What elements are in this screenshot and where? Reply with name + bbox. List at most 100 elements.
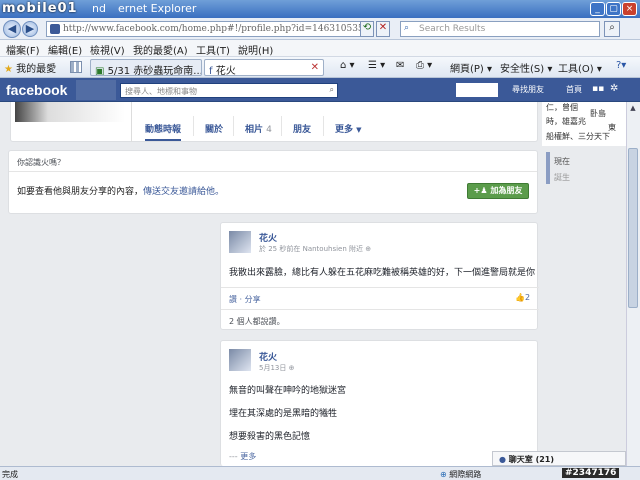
title-bar: mobile01 nd ernet Explorer _ ▢ ×	[0, 0, 640, 18]
right-snippet-1: 仁，曾個	[546, 103, 578, 112]
post-line-2: 埋在其深處的是黑暗的犧牲	[229, 409, 338, 419]
tab-photos[interactable]: 相片 4	[245, 122, 272, 135]
menu-tools[interactable]: 工具(T)	[196, 42, 230, 57]
tab-1[interactable]: ▣ 5/31 赤砂蟲玩命南...	[90, 59, 202, 76]
minimize-button[interactable]: _	[590, 2, 605, 16]
search-placeholder: Search Results	[419, 24, 486, 34]
timeline-nav-now[interactable]: 現在	[554, 156, 570, 167]
tab-timeline[interactable]: 動態時報	[145, 122, 182, 141]
post-author[interactable]: 花火	[259, 231, 277, 244]
address-url: http://www.facebook.com/home.php#!/profi…	[63, 24, 364, 34]
page-icon: ▣	[95, 66, 105, 76]
right-snippet-2: 卧島	[590, 109, 606, 118]
status-bar: 完成 ⊕ 網際網路 #2347176	[0, 466, 640, 480]
page-menu[interactable]: 網頁(P) ▾	[450, 60, 492, 75]
menu-favorites[interactable]: 我的最愛(A)	[133, 42, 188, 57]
add-friend-icon: +♟	[473, 186, 488, 195]
friend-body: 如要查看他與朋友分享的內容，傳送交友邀請給他。	[17, 187, 225, 197]
post-author[interactable]: 花火	[259, 350, 277, 363]
favorites-bar: ★ 我的最愛 ▣ 5/31 赤砂蟲玩命南... f 花火 ✕ ⌂ ▾ ☰ ▾ ✉…	[0, 57, 640, 78]
address-toolbar: ◀ ▶ http://www.facebook.com/home.php#!/p…	[0, 18, 640, 40]
safety-menu[interactable]: 安全性(S) ▾	[500, 60, 552, 75]
forward-button[interactable]: ▶	[22, 21, 38, 37]
thumbs-up-icon: 👍	[515, 293, 525, 302]
facebook-header: facebook 搜尋人、地標和事物 ⌕ 尋找朋友 首頁 ▪▪ ✲	[0, 78, 640, 102]
post-card: 花火 於 25 秒前在 Nantouhsien 附近 ⊕ 我散出來露臉，總比有人…	[220, 222, 539, 330]
close-tab-icon[interactable]: ✕	[311, 62, 319, 73]
send-request-link[interactable]: 傳送交友邀請給他。	[143, 187, 224, 197]
like-share-actions[interactable]: 讚 · 分享	[229, 294, 261, 305]
security-zone[interactable]: ⊕ 網際網路	[440, 469, 481, 480]
right-snippet-5: 船權鮮、三分天下	[546, 132, 610, 141]
help-icon[interactable]: ?▾	[616, 60, 626, 71]
post-line-1: 無音的叫聲在呻吟的地獄迷宮	[229, 386, 347, 396]
tab-friends[interactable]: 朋友	[293, 122, 311, 135]
avatar[interactable]	[229, 231, 251, 253]
search-input[interactable]: ⌕ Search Results	[400, 21, 600, 37]
back-button[interactable]: ◀	[3, 20, 21, 38]
settings-gear-icon[interactable]: ✲	[610, 83, 618, 94]
post-meta: 於 25 秒前在 Nantouhsien 附近 ⊕	[259, 245, 372, 253]
right-snippet-3: 時，雄嘉兆	[546, 117, 586, 126]
right-panel: 仁，曾個 卧島 時，雄嘉兆 東 船權鮮、三分天下	[542, 102, 626, 146]
see-more-link[interactable]: --- 更多	[229, 451, 256, 462]
like-count[interactable]: 👍2	[515, 293, 530, 302]
home-link[interactable]: 首頁	[566, 84, 582, 95]
address-input[interactable]: http://www.facebook.com/home.php#!/profi…	[46, 21, 364, 37]
add-friend-button[interactable]: +♟ 加為朋友	[467, 183, 529, 199]
friend-request-box: 你認識火嗎？ 如要查看他與朋友分享的內容，傳送交友邀請給他。 +♟ 加為朋友	[8, 150, 538, 214]
tab-more[interactable]: 更多 ▼	[335, 122, 362, 135]
globe-icon: ⊕	[288, 364, 295, 372]
menu-file[interactable]: 檔案(F)	[6, 42, 40, 57]
globe-icon: ⊕	[440, 470, 447, 479]
post-meta: 5月13日 ⊕	[259, 364, 295, 372]
facebook-search-input[interactable]: 搜尋人、地標和事物 ⌕	[120, 83, 338, 98]
mail-icon[interactable]: ✉	[396, 60, 404, 71]
watermark-logo: mobile01	[2, 1, 78, 16]
menu-view[interactable]: 檢視(V)	[90, 42, 125, 57]
site-favicon-icon	[50, 24, 60, 34]
search-icon[interactable]: ⌕	[604, 21, 620, 37]
quick-tabs-icon[interactable]	[70, 61, 82, 73]
likes-summary[interactable]: 2 個人都說讚。	[229, 316, 285, 327]
tab-2[interactable]: f 花火 ✕	[204, 59, 324, 76]
compat-view-icon[interactable]: ⟲	[360, 21, 374, 37]
window-title: ernet Explorer	[118, 2, 197, 15]
facebook-icon: f	[209, 66, 213, 76]
star-icon: ★	[4, 64, 13, 75]
find-friends-link[interactable]: 尋找朋友	[512, 84, 544, 95]
feeds-icon[interactable]: ☰ ▾	[368, 60, 385, 71]
menu-help[interactable]: 說明(H)	[238, 42, 273, 57]
tools-menu[interactable]: 工具(O) ▾	[558, 60, 602, 75]
scroll-up-icon[interactable]: ▲	[628, 104, 638, 114]
post-line-3: 想要殺害的黑色記憶	[229, 432, 311, 442]
profile-mini-box[interactable]	[456, 83, 498, 97]
close-button[interactable]: ×	[622, 2, 637, 16]
print-icon[interactable]: ⎙ ▾	[416, 60, 432, 71]
status-text: 完成	[2, 470, 18, 479]
post-card: 花火 5月13日 ⊕ 無音的叫聲在呻吟的地獄迷宮 埋在其深處的是黑暗的犧牲 想要…	[220, 340, 538, 466]
menu-bar: 檔案(F) 編輯(E) 檢視(V) 我的最愛(A) 工具(T) 說明(H)	[0, 40, 640, 57]
window-title-prefix: nd	[92, 2, 106, 15]
watermark-id: #2347176	[562, 468, 620, 478]
facebook-logo[interactable]: facebook	[6, 82, 67, 98]
cover-photo	[15, 102, 125, 122]
tab-about[interactable]: 關於	[205, 122, 223, 135]
menu-edit[interactable]: 編輯(E)	[48, 42, 82, 57]
globe-icon: ⊕	[365, 245, 372, 253]
maximize-button[interactable]: ▢	[606, 2, 621, 16]
avatar[interactable]	[229, 349, 251, 371]
search-provider-icon: ⌕	[404, 23, 410, 33]
chat-bar[interactable]: ● 聊天室 (21)	[492, 451, 626, 466]
scrollbar-thumb[interactable]	[628, 148, 638, 308]
friend-requests-icon[interactable]: ▪▪	[592, 84, 604, 94]
stop-icon[interactable]: ✕	[376, 21, 390, 37]
timeline-nav-marker	[546, 152, 550, 184]
search-icon[interactable]: ⌕	[330, 85, 334, 95]
timeline-nav-born[interactable]: 誕生	[554, 172, 570, 183]
home-icon[interactable]: ⌂ ▾	[340, 60, 355, 71]
timeline-header: 動態時報 關於 相片 4 朋友 更多 ▼	[10, 102, 538, 142]
cover-strip	[76, 80, 116, 100]
post-text: 我散出來露臉，總比有人躲在五花麻吃難被稱英雄的好，下一個進警局就是你	[229, 268, 535, 278]
favorites-button[interactable]: ★ 我的最愛	[4, 60, 56, 75]
